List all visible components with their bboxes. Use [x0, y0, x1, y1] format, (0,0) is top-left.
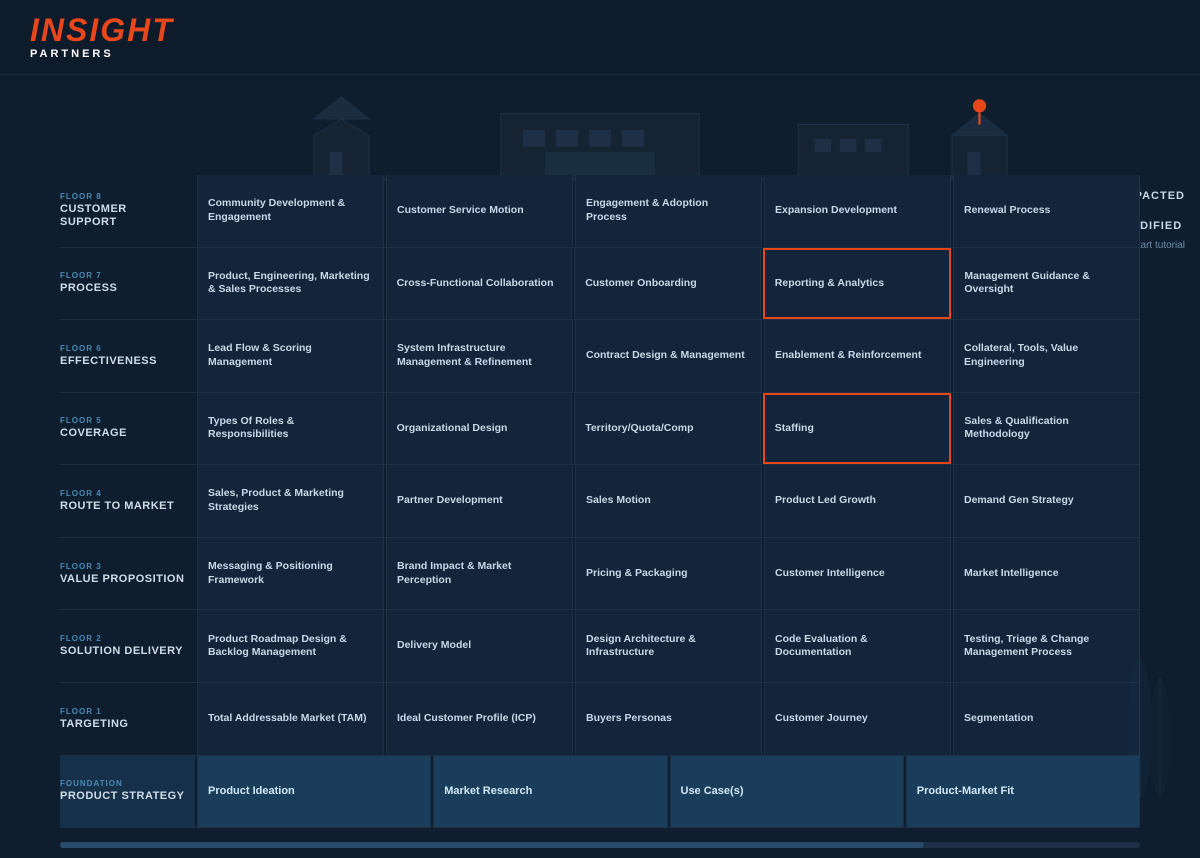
grid-cells: Community Development & EngagementCustom…: [195, 175, 1140, 828]
header: INSIGHT PARTNERS: [0, 0, 1200, 75]
grid-cell-floor6-1[interactable]: System Infrastructure Management & Refin…: [386, 320, 573, 392]
grid-cell-floor2-1[interactable]: Delivery Model: [386, 610, 573, 682]
grid-cell-floor7-3[interactable]: Reporting & Analytics: [763, 248, 952, 320]
floor-name-floor3: VALUE PROPOSITION: [60, 573, 185, 586]
floor-number-floor5: FLOOR 5: [60, 416, 185, 425]
grid-cell-floor8-0[interactable]: Community Development & Engagement: [197, 175, 384, 247]
floor-name-floor7: PROCESS: [60, 282, 185, 295]
scrollbar-thumb: [60, 842, 924, 848]
floor-number-floor4: FLOOR 4: [60, 489, 185, 498]
floor-number-floor7: FLOOR 7: [60, 271, 185, 280]
grid-cell-floor1-2[interactable]: Buyers Personas: [575, 683, 762, 755]
grid-cell-floor5-3[interactable]: Staffing: [763, 393, 952, 465]
grid-cell-floor3-0[interactable]: Messaging & Positioning Framework: [197, 538, 384, 610]
floor-labels: FLOOR 8CUSTOMER SUPPORTFLOOR 7PROCESSFLO…: [60, 175, 195, 828]
grid-cell-foundation-3[interactable]: Product-Market Fit: [906, 756, 1140, 828]
grid-cell-floor6-0[interactable]: Lead Flow & Scoring Management: [197, 320, 384, 392]
floor-name-foundation: PRODUCT STRATEGY: [60, 790, 185, 803]
grid-cell-floor1-4[interactable]: Segmentation: [953, 683, 1140, 755]
grid-cell-floor5-0[interactable]: Types Of Roles & Responsibilities: [197, 393, 384, 465]
floor-name-floor4: ROUTE TO MARKET: [60, 500, 185, 513]
grid-cell-floor1-0[interactable]: Total Addressable Market (TAM): [197, 683, 384, 755]
grid-row-foundation: Product IdeationMarket ResearchUse Case(…: [195, 756, 1140, 829]
main-content: IMPACTED MODIFIED ? Restart tutorial FLO…: [0, 75, 1200, 858]
floor-number-floor3: FLOOR 3: [60, 562, 185, 571]
grid-row-floor7: Product, Engineering, Marketing & Sales …: [195, 248, 1140, 321]
floor-number-floor6: FLOOR 6: [60, 344, 185, 353]
building-illustration: [0, 75, 1200, 185]
grid-cell-floor4-2[interactable]: Sales Motion: [575, 465, 762, 537]
grid-cell-floor5-2[interactable]: Territory/Quota/Comp: [574, 393, 761, 465]
grid-cell-floor1-3[interactable]: Customer Journey: [764, 683, 951, 755]
floor-name-floor5: COVERAGE: [60, 427, 185, 440]
grid-cell-floor6-3[interactable]: Enablement & Reinforcement: [764, 320, 951, 392]
grid-cell-floor8-4[interactable]: Renewal Process: [953, 175, 1140, 247]
floor-label-floor6: FLOOR 6 EFFECTIVENESS: [60, 320, 195, 393]
floor-label-floor4: FLOOR 4 ROUTE TO MARKET: [60, 465, 195, 538]
logo-partners: PARTNERS: [30, 48, 174, 60]
floor-label-foundation: FOUNDATION PRODUCT STRATEGY: [60, 756, 195, 829]
grid-cell-floor3-4[interactable]: Market Intelligence: [953, 538, 1140, 610]
grid-cell-floor3-3[interactable]: Customer Intelligence: [764, 538, 951, 610]
grid-cell-foundation-1[interactable]: Market Research: [433, 756, 667, 828]
logo-insight: INSIGHT: [30, 14, 174, 46]
floor-name-floor1: TARGETING: [60, 718, 185, 731]
floor-number-floor1: FLOOR 1: [60, 707, 185, 716]
grid-row-floor5: Types Of Roles & ResponsibilitiesOrganiz…: [195, 393, 1140, 466]
grid-cell-floor3-2[interactable]: Pricing & Packaging: [575, 538, 762, 610]
grid-container: FLOOR 8CUSTOMER SUPPORTFLOOR 7PROCESSFLO…: [60, 175, 1140, 828]
grid-cell-floor7-4[interactable]: Management Guidance & Oversight: [953, 248, 1140, 320]
grid-cell-floor4-1[interactable]: Partner Development: [386, 465, 573, 537]
grid-cell-floor6-4[interactable]: Collateral, Tools, Value Engineering: [953, 320, 1140, 392]
floor-label-floor1: FLOOR 1 TARGETING: [60, 683, 195, 756]
grid-cell-floor1-1[interactable]: Ideal Customer Profile (ICP): [386, 683, 573, 755]
floor-name-floor8: CUSTOMER SUPPORT: [60, 203, 185, 229]
grid-row-floor2: Product Roadmap Design & Backlog Managem…: [195, 610, 1140, 683]
grid-cell-floor2-4[interactable]: Testing, Triage & Change Management Proc…: [953, 610, 1140, 682]
grid-cell-floor8-2[interactable]: Engagement & Adoption Process: [575, 175, 762, 247]
grid-cell-floor4-4[interactable]: Demand Gen Strategy: [953, 465, 1140, 537]
grid-row-floor1: Total Addressable Market (TAM)Ideal Cust…: [195, 683, 1140, 756]
grid-cell-floor5-4[interactable]: Sales & Qualification Methodology: [953, 393, 1140, 465]
floor-number-floor2: FLOOR 2: [60, 634, 185, 643]
grid-cell-floor2-0[interactable]: Product Roadmap Design & Backlog Managem…: [197, 610, 384, 682]
grid-cell-floor8-1[interactable]: Customer Service Motion: [386, 175, 573, 247]
grid-cell-foundation-2[interactable]: Use Case(s): [670, 756, 904, 828]
grid-cell-floor7-0[interactable]: Product, Engineering, Marketing & Sales …: [197, 248, 384, 320]
grid-cell-floor6-2[interactable]: Contract Design & Management: [575, 320, 762, 392]
grid-row-floor8: Community Development & EngagementCustom…: [195, 175, 1140, 248]
grid-cell-floor8-3[interactable]: Expansion Development: [764, 175, 951, 247]
grid-row-floor4: Sales, Product & Marketing StrategiesPar…: [195, 465, 1140, 538]
grid-cell-floor5-1[interactable]: Organizational Design: [386, 393, 573, 465]
grid-cell-floor4-3[interactable]: Product Led Growth: [764, 465, 951, 537]
floor-name-floor2: SOLUTION DELIVERY: [60, 645, 185, 658]
grid-cell-floor4-0[interactable]: Sales, Product & Marketing Strategies: [197, 465, 384, 537]
grid-cell-floor7-1[interactable]: Cross-Functional Collaboration: [386, 248, 573, 320]
grid-cell-foundation-0[interactable]: Product Ideation: [197, 756, 431, 828]
grid-row-floor6: Lead Flow & Scoring ManagementSystem Inf…: [195, 320, 1140, 393]
feather-decoration: [1120, 638, 1180, 818]
grid-cell-floor7-2[interactable]: Customer Onboarding: [574, 248, 761, 320]
grid-cell-floor3-1[interactable]: Brand Impact & Market Perception: [386, 538, 573, 610]
floor-number-floor8: FLOOR 8: [60, 192, 185, 201]
floor-label-floor3: FLOOR 3 VALUE PROPOSITION: [60, 538, 195, 611]
grid-cell-floor2-2[interactable]: Design Architecture & Infrastructure: [575, 610, 762, 682]
grid-cell-floor2-3[interactable]: Code Evaluation & Documentation: [764, 610, 951, 682]
floor-label-floor8: FLOOR 8 CUSTOMER SUPPORT: [60, 175, 195, 248]
horizontal-scrollbar[interactable]: [60, 842, 1140, 848]
floor-label-floor7: FLOOR 7 PROCESS: [60, 248, 195, 321]
floor-label-floor5: FLOOR 5 COVERAGE: [60, 393, 195, 466]
floor-name-floor6: EFFECTIVENESS: [60, 355, 185, 368]
floor-number-foundation: FOUNDATION: [60, 779, 185, 788]
grid-row-floor3: Messaging & Positioning FrameworkBrand I…: [195, 538, 1140, 611]
floor-label-floor2: FLOOR 2 SOLUTION DELIVERY: [60, 610, 195, 683]
